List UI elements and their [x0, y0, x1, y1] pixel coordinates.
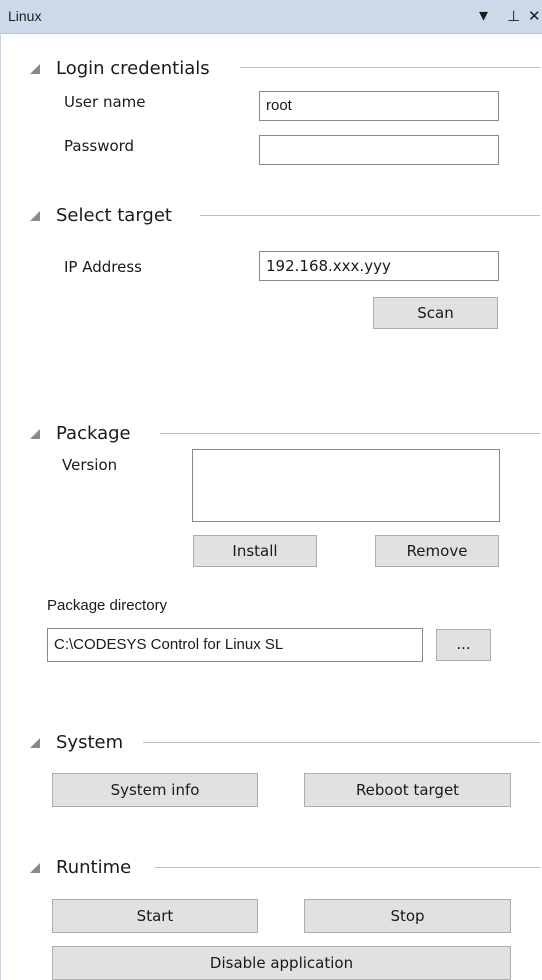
section-system[interactable]: System: [30, 729, 144, 755]
section-runtime[interactable]: Runtime: [30, 854, 152, 880]
password-field[interactable]: [259, 135, 499, 165]
package-directory-field[interactable]: C:\CODESYS Control for Linux SL: [47, 628, 423, 662]
dropdown-icon[interactable]: ▾: [479, 6, 488, 26]
install-button[interactable]: Install: [193, 535, 317, 567]
section-divider: [240, 67, 540, 68]
remove-button[interactable]: Remove: [375, 535, 499, 567]
collapse-triangle-icon[interactable]: [30, 429, 40, 439]
collapse-triangle-icon[interactable]: [30, 211, 40, 221]
username-label: User name: [64, 93, 146, 111]
start-button[interactable]: Start: [52, 899, 258, 933]
section-divider: [200, 215, 540, 216]
password-label: Password: [64, 137, 135, 155]
section-title: Package: [31, 422, 151, 444]
section-title: Select target: [31, 204, 192, 226]
section-title: System: [31, 731, 144, 753]
disable-application-button[interactable]: Disable application: [52, 946, 511, 980]
collapse-triangle-icon[interactable]: [30, 863, 40, 873]
reboot-target-button[interactable]: Reboot target: [304, 773, 511, 807]
close-icon[interactable]: ✕: [528, 6, 541, 26]
section-package[interactable]: Package: [30, 420, 151, 446]
collapse-triangle-icon[interactable]: [30, 738, 40, 748]
section-login-credentials[interactable]: Login credentials: [30, 55, 230, 81]
section-divider: [160, 433, 540, 434]
panel-titlebar: Linux ▾ ⊥ ✕: [0, 0, 542, 34]
username-field[interactable]: root: [259, 91, 499, 121]
section-select-target[interactable]: Select target: [30, 202, 192, 228]
section-divider: [140, 742, 540, 743]
ip-address-field[interactable]: 192.168.xxx.yyy: [259, 251, 499, 281]
version-label: Version: [62, 456, 118, 474]
ip-address-label: IP Address: [64, 258, 142, 276]
package-directory-label: Package directory: [47, 597, 168, 614]
panel-title: Linux: [8, 8, 42, 24]
section-title: Login credentials: [31, 57, 230, 79]
collapse-triangle-icon[interactable]: [30, 64, 40, 74]
pin-icon[interactable]: ⊥: [507, 6, 520, 26]
system-info-button[interactable]: System info: [52, 773, 258, 807]
scan-button[interactable]: Scan: [373, 297, 498, 329]
browse-button[interactable]: ...: [436, 629, 491, 661]
version-field[interactable]: [192, 449, 500, 522]
section-divider: [155, 867, 540, 868]
stop-button[interactable]: Stop: [304, 899, 511, 933]
section-title: Runtime: [31, 856, 152, 878]
